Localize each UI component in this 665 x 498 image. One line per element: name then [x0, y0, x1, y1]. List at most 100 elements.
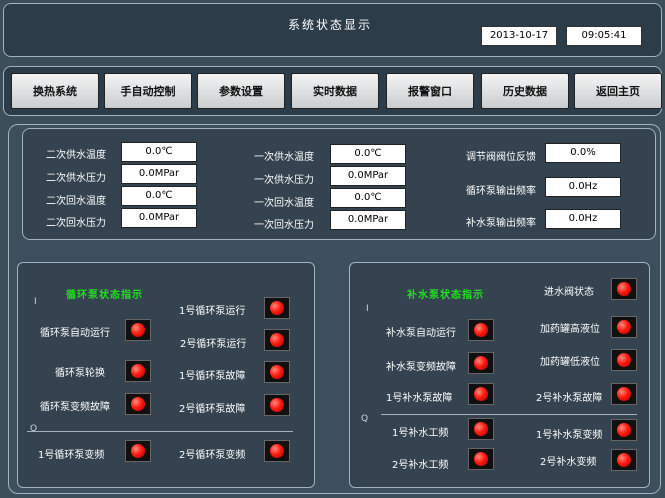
- param-value: 0.0℃: [121, 186, 197, 206]
- red-light-icon: [617, 282, 631, 296]
- param-label: 二次回水温度: [46, 196, 106, 207]
- input-marker: I: [366, 304, 369, 314]
- red-light-icon: [474, 422, 488, 436]
- indicator-label: 2号补水工频: [392, 460, 449, 471]
- indicator-label: 1号补水泵故障: [386, 393, 453, 404]
- red-light-icon: [617, 387, 631, 401]
- red-light-icon: [131, 364, 145, 378]
- date-display: 2013-10-17: [481, 26, 557, 46]
- makeup-auto-indicator: [468, 319, 494, 341]
- time-display: 09:05:41: [566, 26, 642, 46]
- indicator-label: 2号循环泵变频: [179, 450, 246, 461]
- param-label: 二次供水压力: [46, 173, 106, 184]
- indicator-label: 循环泵变频故障: [40, 402, 110, 413]
- param-value: 0.0MPar: [121, 208, 197, 228]
- dosing-tank-high-indicator: [611, 316, 637, 338]
- makeup-pump-panel-title: 补水泵状态指示: [407, 290, 484, 301]
- makeup2-line-freq-indicator: [468, 448, 494, 470]
- indicator-label: 2号补水泵故障: [536, 393, 603, 404]
- red-light-icon: [270, 398, 284, 412]
- red-light-icon: [474, 323, 488, 337]
- red-light-icon: [474, 356, 488, 370]
- pump-vfd-fault-indicator: [125, 393, 151, 415]
- divider: [27, 431, 293, 432]
- param-label: 循环泵输出频率: [466, 186, 536, 197]
- pump2-fault-indicator: [264, 394, 290, 416]
- circulation-pump-panel-title: 循环泵状态指示: [66, 290, 143, 301]
- red-light-icon: [131, 444, 145, 458]
- makeup-pump2-fault-indicator: [611, 383, 637, 405]
- red-light-icon: [474, 387, 488, 401]
- param-label: 调节阀阀位反馈: [466, 152, 536, 163]
- param-label: 二次供水温度: [46, 150, 106, 161]
- param-value: 0.0MPar: [330, 166, 406, 186]
- pump1-running-indicator: [264, 297, 290, 319]
- makeup1-line-freq-indicator: [468, 418, 494, 440]
- param-value: 0.0MPar: [330, 210, 406, 230]
- param-label: 一次回水温度: [254, 198, 314, 209]
- pump2-running-indicator: [264, 329, 290, 351]
- red-light-icon: [270, 365, 284, 379]
- red-light-icon: [131, 397, 145, 411]
- indicator-label: 加药罐高液位: [540, 324, 600, 335]
- red-light-icon: [270, 333, 284, 347]
- inlet-valve-indicator: [611, 278, 637, 300]
- indicator-label: 2号补水变频: [540, 457, 597, 468]
- makeup-vfd-fault-indicator: [468, 352, 494, 374]
- indicator-label: 2号循环泵运行: [180, 339, 247, 350]
- pump-rotation-indicator: [125, 360, 151, 382]
- indicator-label: 循环泵轮换: [55, 368, 105, 379]
- indicator-label: 加药罐低液位: [540, 357, 600, 368]
- dosing-tank-low-indicator: [611, 349, 637, 371]
- param-value: 0.0Hz: [545, 177, 621, 197]
- makeup-pump-panel: [349, 262, 650, 488]
- makeup-pump1-fault-indicator: [468, 383, 494, 405]
- red-light-icon: [270, 444, 284, 458]
- indicator-label: 循环泵自动运行: [40, 328, 110, 339]
- nav-realtime-data-button[interactable]: 实时数据: [291, 73, 379, 109]
- output-marker: Q: [30, 424, 38, 434]
- pump1-vfd-indicator: [125, 440, 151, 462]
- param-value: 0.0℃: [121, 142, 197, 162]
- param-label: 二次回水压力: [46, 218, 106, 229]
- red-light-icon: [270, 301, 284, 315]
- red-light-icon: [617, 453, 631, 467]
- nav-heat-exchange-button[interactable]: 换热系统: [11, 73, 99, 109]
- nav-param-settings-button[interactable]: 参数设置: [197, 73, 285, 109]
- makeup1-vfd-indicator: [611, 419, 637, 441]
- indicator-label: 1号补水泵变频: [536, 430, 603, 441]
- nav-alarm-window-button[interactable]: 报警窗口: [386, 73, 474, 109]
- divider: [381, 414, 637, 415]
- indicator-label: 1号循环泵变频: [38, 450, 105, 461]
- pump1-fault-indicator: [264, 361, 290, 383]
- page-title: 系统状态显示: [287, 18, 372, 32]
- nav-home-button[interactable]: 返回主页: [574, 73, 662, 109]
- indicator-label: 补水泵自动运行: [386, 328, 456, 339]
- indicator-label: 2号循环泵故障: [179, 404, 246, 415]
- param-label: 补水泵输出频率: [466, 218, 536, 229]
- input-marker: I: [34, 297, 37, 307]
- nav-manual-auto-button[interactable]: 手自动控制: [104, 73, 192, 109]
- output-marker: Q: [361, 414, 369, 424]
- red-light-icon: [617, 353, 631, 367]
- param-value: 0.0MPar: [121, 164, 197, 184]
- indicator-label: 1号循环泵故障: [179, 371, 246, 382]
- red-light-icon: [617, 320, 631, 334]
- param-value: 0.0Hz: [545, 209, 621, 229]
- param-label: 一次回水压力: [254, 220, 314, 231]
- pump2-vfd-indicator: [264, 440, 290, 462]
- red-light-icon: [131, 323, 145, 337]
- param-label: 一次供水压力: [254, 175, 314, 186]
- param-value: 0.0%: [545, 143, 621, 163]
- nav-history-data-button[interactable]: 历史数据: [481, 73, 569, 109]
- indicator-label: 1号循环泵运行: [179, 306, 246, 317]
- makeup2-vfd-indicator: [611, 449, 637, 471]
- pump-auto-indicator: [125, 319, 151, 341]
- indicator-label: 补水泵变频故障: [386, 362, 456, 373]
- param-label: 一次供水温度: [254, 152, 314, 163]
- indicator-label: 进水阀状态: [544, 287, 594, 298]
- indicator-label: 1号补水工频: [392, 428, 449, 439]
- param-value: 0.0℃: [330, 188, 406, 208]
- param-value: 0.0℃: [330, 144, 406, 164]
- red-light-icon: [617, 423, 631, 437]
